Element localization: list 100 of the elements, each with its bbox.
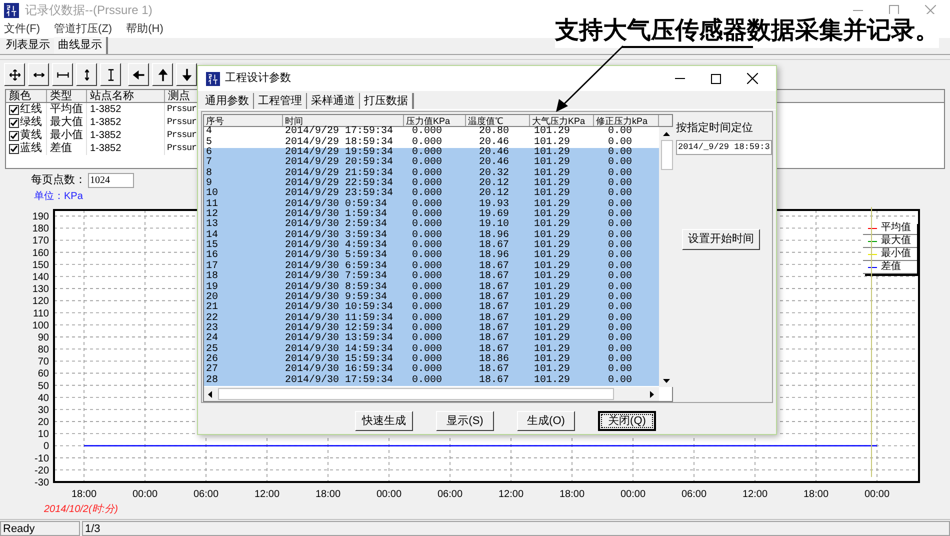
table-cell-text: 28	[205, 376, 220, 386]
y-tick-label: 110	[33, 308, 49, 320]
table-cell-text: 101.29	[533, 334, 572, 344]
table-cell-text: 2014/9/29 23:59:34	[284, 189, 394, 200]
table-cell-text: 101.29	[533, 200, 572, 210]
table-cell-text: 19.93	[478, 200, 510, 210]
y-tick-label: 130	[32, 284, 49, 296]
table-row[interactable]: 24 2014/9/30 13:59:34 0.000 18.67 101.29 0.00	[204, 334, 659, 345]
column-header[interactable]: 大气压力KPa	[530, 115, 594, 126]
table-row[interactable]: 7 2014/9/29 20:59:34 0.000 20.46 101.29 0.00	[204, 158, 659, 168]
menu-item[interactable]: 管道打压(Z)	[54, 20, 112, 38]
y-tick-label: 80	[38, 344, 49, 356]
status-text: Ready	[0, 521, 80, 536]
table-cell-text: 0.00	[607, 314, 634, 324]
table-cell-text: 0.00	[607, 127, 634, 138]
column-header[interactable]: 修正压力kPa	[594, 115, 659, 126]
table-cell-text: 0.000	[411, 189, 444, 200]
table-cell-text: 2014/9/30 8:59:34	[284, 282, 388, 293]
table-row[interactable]: 25 2014/9/30 14:59:34 0.000 18.67 101.29 0.00	[204, 344, 659, 355]
table-cell-text: 0.00	[607, 210, 634, 220]
table-cell-text: 101.29	[533, 376, 572, 386]
table-cell-text: 18	[205, 272, 220, 282]
set-start-time-button[interactable]: 设置开始时间	[682, 228, 760, 250]
date-label: 2014/10/2(时:分)	[44, 504, 118, 514]
table-cell-text: 18.67	[478, 314, 510, 324]
tab[interactable]: 通用参数	[201, 93, 254, 109]
column-header[interactable]: 序号	[204, 115, 283, 126]
table-cell-text: 25	[205, 344, 220, 355]
column-header[interactable]: 站点名称	[87, 90, 165, 102]
table-cell-text: 0.00	[607, 251, 634, 262]
tab[interactable]: 打压数据	[360, 93, 414, 109]
column-header[interactable]: 类型	[47, 90, 87, 102]
table-row[interactable]: 16 2014/9/30 5:59:34 0.000 18.96 101.29 0.00	[204, 251, 659, 262]
table-cell-text: 20.46	[478, 138, 510, 148]
tab[interactable]: 曲线显示	[54, 37, 108, 54]
table-cell-text: 0.00	[607, 178, 634, 189]
dialog-button[interactable]: 生成(O)	[517, 411, 575, 431]
table-cell-text: 0.000	[411, 168, 444, 179]
table-row[interactable]: 18 2014/9/30 7:59:34 0.000 18.67 101.29 0.00	[204, 272, 659, 282]
table-cell-text: 2014/9/29 20:59:34	[284, 158, 394, 168]
table-cell-text: 0.00	[607, 189, 634, 200]
table-cell-text: 2014/9/30 2:59:34	[284, 220, 388, 230]
table-row[interactable]: 8 2014/9/29 21:59:34 0.000 20.32 101.29 0.00	[204, 168, 659, 179]
table-row[interactable]: 28 2014/9/30 17:59:34 0.000 18.67 101.29 0.00	[204, 376, 659, 386]
table-row[interactable]: 10 2014/9/29 23:59:34 0.000 20.12 101.29 0.00	[204, 189, 659, 200]
table-cell-text: 0.000	[411, 220, 444, 230]
table-cell-text: 6	[205, 148, 214, 158]
tab[interactable]: 工程管理	[254, 93, 307, 109]
column-header[interactable]: 压力值KPa	[404, 115, 466, 126]
dialog-button[interactable]: 快速生成	[355, 411, 413, 431]
menu-item[interactable]: 文件(F)	[4, 20, 40, 38]
tab[interactable]: 列表显示	[2, 37, 54, 54]
x-tick-label: 12:00	[742, 489, 768, 500]
table-row[interactable]: 22 2014/9/30 11:59:34 0.000 18.67 101.29 0.00	[204, 313, 659, 324]
table-cell-text: 0.000	[411, 127, 444, 138]
table-cell-text: 0.00	[607, 230, 634, 241]
table-cell-text: 101.29	[533, 282, 572, 293]
table-row[interactable]: 21 2014/9/30 10:59:34 0.000 18.67 101.29 0.00	[204, 303, 659, 314]
table-row[interactable]: 27 2014/9/30 16:59:34 0.000 18.67 101.29 0.00	[204, 365, 659, 376]
table-row[interactable]: 19 2014/9/30 8:59:34 0.000 18.67 101.29 0.00	[204, 282, 659, 293]
table-cell-text: 0.00	[607, 272, 634, 282]
table-cell-text: 101.29	[533, 344, 572, 355]
table-cell-text: 11	[205, 200, 220, 210]
table-cell-text: 0.00	[607, 324, 634, 334]
column-header[interactable]: 温度值℃	[466, 115, 530, 126]
table-cell-text: 19.69	[478, 210, 510, 220]
column-header[interactable]: 颜色	[6, 90, 47, 102]
table-cell-text: 2014/9/30 14:59:34	[284, 344, 394, 355]
x-tick-label: 18:00	[559, 489, 585, 500]
table-cell-text: 2014/9/30 0:59:34	[284, 200, 388, 210]
table-cell-text: 0.00	[607, 355, 634, 366]
column-header[interactable]: 时间	[283, 115, 404, 126]
table-cell-text: 2014/9/30 3:59:34	[284, 230, 388, 241]
table-row[interactable]: 14 2014/9/30 3:59:34 0.000 18.96 101.29 0.00	[204, 230, 659, 241]
table-cell-text: 2014/9/30 10:59:34	[284, 303, 394, 314]
points-field[interactable]: 1024	[88, 173, 134, 188]
dialog-button[interactable]: 显示(S)	[436, 411, 494, 431]
dialog-button[interactable]: 关闭(Q)	[598, 411, 656, 431]
table-cell-text: 18.96	[478, 251, 510, 262]
y-tick-label: 190	[32, 212, 49, 223]
y-tick-label: 150	[32, 260, 49, 271]
table-cell-text: 8	[205, 168, 214, 179]
table-cell-text: 18.67	[478, 272, 510, 282]
table-cell-text: 101.29	[533, 220, 572, 230]
table-cell-text: 2014/9/30 6:59:34	[284, 262, 388, 272]
table-cell-text: 2014/9/30 9:59:34	[284, 292, 388, 303]
table-cell-text: 0.000	[411, 324, 444, 334]
y-tick-label: 0	[43, 441, 49, 452]
table-cell-text: 2014/9/30 12:59:34	[284, 324, 394, 334]
menu-item[interactable]: 帮助(H)	[126, 20, 164, 38]
time-field[interactable]: 2014/_9/29 18:59:3	[676, 140, 772, 154]
table-cell-text: 10	[205, 189, 220, 200]
table-row[interactable]: 11 2014/9/30 0:59:34 0.000 19.93 101.29 0.00	[204, 200, 659, 210]
table-cell-text: 101.29	[533, 168, 572, 179]
table-cell-text: 0.00	[607, 200, 634, 210]
table-cell-text: 0.000	[411, 241, 444, 252]
page-indicator: 1/3	[82, 521, 950, 536]
table-row[interactable]: 13 2014/9/30 2:59:34 0.000 19.10 101.29 0.00	[204, 220, 659, 231]
table-cell-text: 2014/9/30 5:59:34	[284, 251, 388, 262]
table-cell-text: 101.29	[533, 324, 572, 334]
